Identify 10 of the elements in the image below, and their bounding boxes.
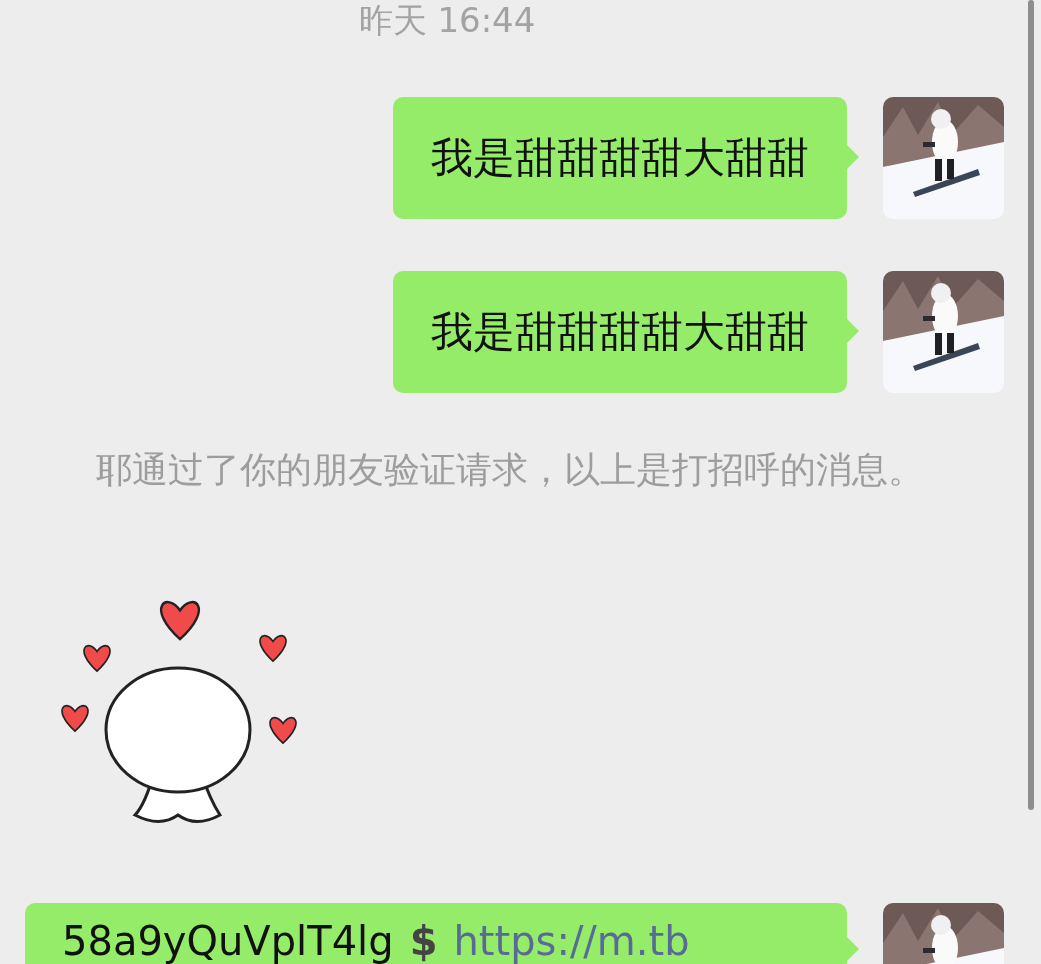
message-bubble: 我是甜甜甜甜大甜甜 — [393, 271, 847, 393]
message-bubble: 我是甜甜甜甜大甜甜 — [393, 97, 847, 219]
bubble-tail — [847, 145, 859, 169]
message-link[interactable]: https://m.tb — [453, 918, 690, 964]
message-text: 58a9yQuVplT4lg — [62, 918, 394, 964]
timestamp: 昨天 16:44 — [357, 0, 537, 40]
currency-symbol: $ — [409, 918, 438, 964]
scroll-bar[interactable] — [1028, 0, 1034, 810]
system-message: 耶通过了你的朋友验证请求，以上是打招呼的消息。 — [95, 448, 925, 492]
bubble-tail — [847, 319, 859, 343]
